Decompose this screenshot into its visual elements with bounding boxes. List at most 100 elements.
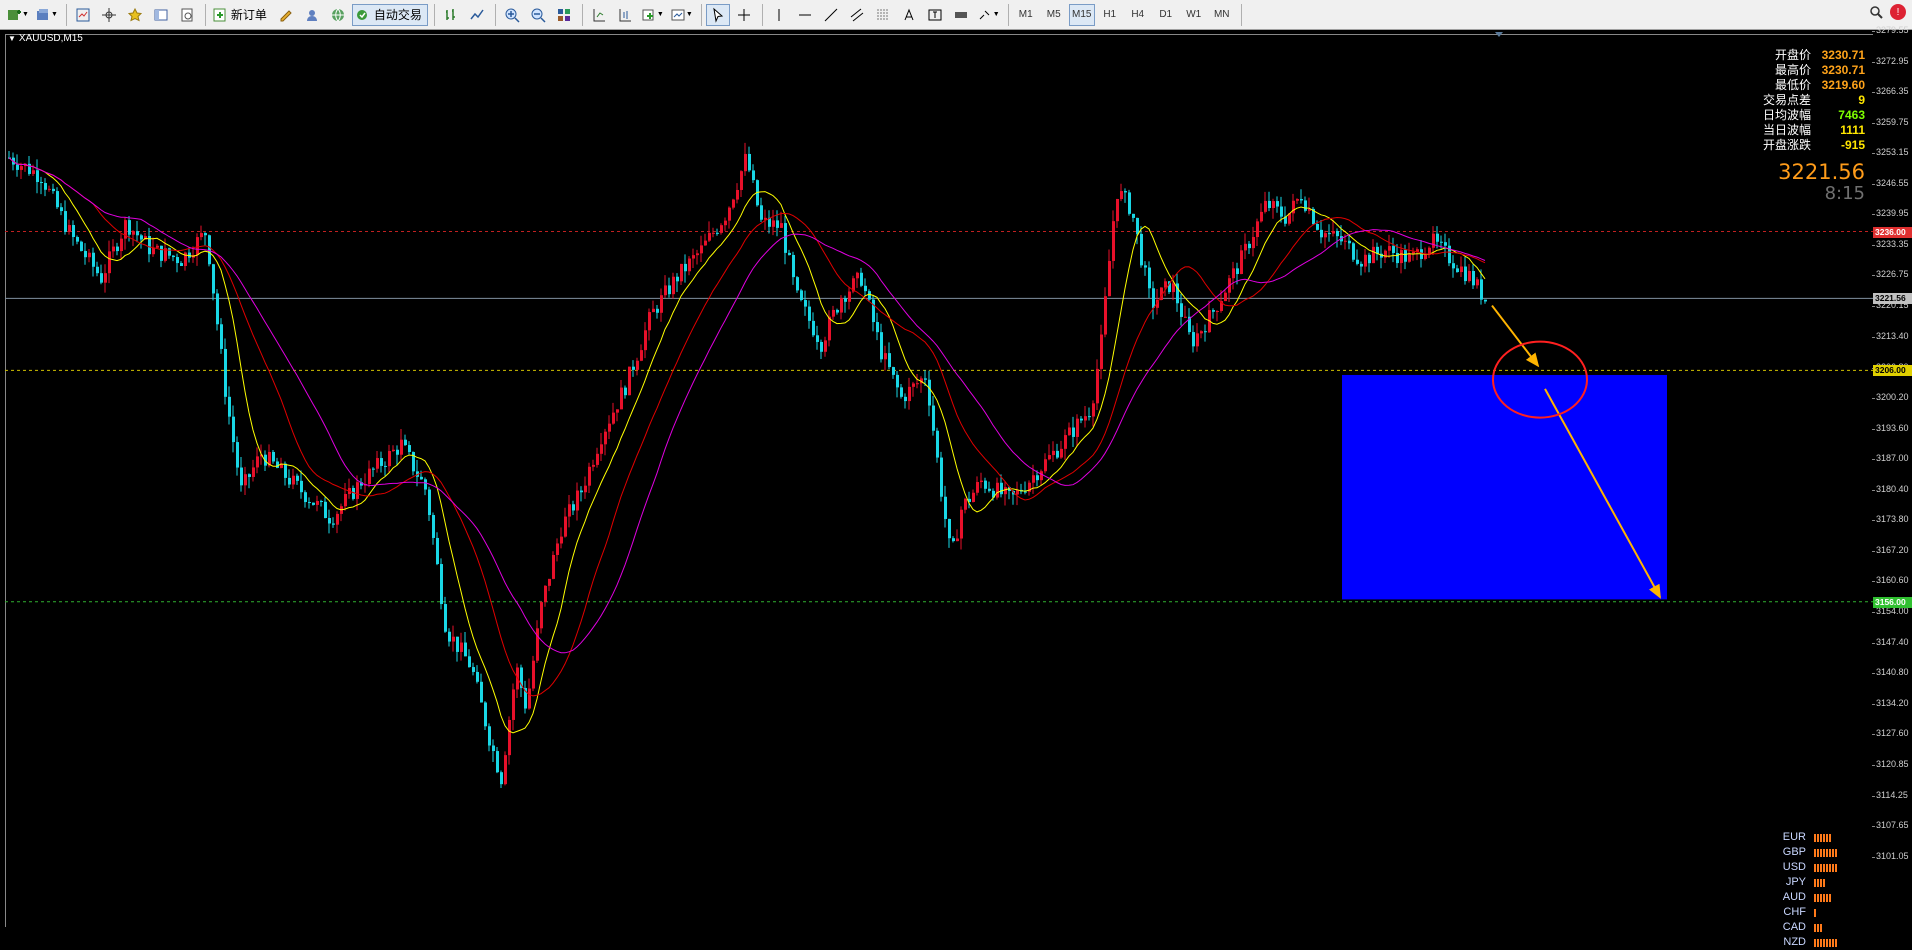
new-chart-button[interactable]: ▼ bbox=[4, 4, 31, 26]
candle-body bbox=[88, 252, 91, 258]
trendline-tool-button[interactable] bbox=[819, 4, 843, 26]
strength-meter bbox=[1814, 893, 1831, 902]
candle-body bbox=[236, 442, 239, 468]
timeframe-d1-button[interactable]: D1 bbox=[1153, 4, 1179, 26]
fibonacci-tool-button[interactable] bbox=[871, 4, 895, 26]
strength-meter bbox=[1814, 923, 1822, 932]
tile-windows-button[interactable] bbox=[552, 4, 576, 26]
shapes-tool-button[interactable]: ▼ bbox=[975, 4, 1002, 26]
price-tick: 3193.60 bbox=[1872, 422, 1909, 433]
candle-body bbox=[1472, 270, 1475, 286]
text-label-tool-button[interactable] bbox=[923, 4, 947, 26]
candle-body bbox=[656, 308, 659, 313]
strength-bar bbox=[1829, 893, 1831, 902]
candle-body bbox=[684, 263, 687, 272]
candle-body bbox=[84, 250, 87, 258]
candle-body bbox=[836, 309, 839, 313]
navigator-button[interactable] bbox=[123, 4, 147, 26]
indicators-button[interactable]: ▼ bbox=[639, 4, 666, 26]
periodicity-button[interactable]: ▼ bbox=[668, 4, 695, 26]
candle-body bbox=[156, 245, 159, 248]
candle-body bbox=[1080, 418, 1083, 421]
timeframe-h1-button[interactable]: H1 bbox=[1097, 4, 1123, 26]
autoscroll-button[interactable] bbox=[613, 4, 637, 26]
candle-body bbox=[232, 416, 235, 443]
terminal-button[interactable] bbox=[149, 4, 173, 26]
accounts-button[interactable] bbox=[300, 4, 324, 26]
strength-bar bbox=[1826, 833, 1828, 842]
info-key: 最低价 bbox=[1774, 78, 1811, 92]
strength-bar bbox=[1835, 848, 1837, 857]
candle-body bbox=[812, 320, 815, 336]
candle-body bbox=[928, 379, 931, 406]
candle-body bbox=[444, 604, 447, 632]
candle-body bbox=[1180, 303, 1183, 317]
candle-body bbox=[960, 509, 963, 539]
candle-body bbox=[848, 291, 851, 302]
price-level-tag: 3236.00 bbox=[1873, 226, 1912, 238]
candle-body bbox=[200, 233, 203, 238]
candle-body bbox=[1260, 211, 1263, 222]
timeframe-m5-button[interactable]: M5 bbox=[1041, 4, 1067, 26]
zoom-in-button[interactable] bbox=[500, 4, 524, 26]
line-chart-button[interactable] bbox=[465, 4, 489, 26]
data-window-button[interactable] bbox=[97, 4, 121, 26]
zoom-out-button[interactable] bbox=[526, 4, 550, 26]
candle-body bbox=[872, 299, 875, 323]
candle-body bbox=[580, 490, 583, 493]
bar-chart-button[interactable] bbox=[439, 4, 463, 26]
strength-bar bbox=[1820, 863, 1822, 872]
search-icon[interactable] bbox=[1868, 4, 1884, 20]
currency-name: JPY bbox=[1785, 876, 1806, 888]
dropdown-icon: ▼ bbox=[992, 11, 1000, 18]
price-axis[interactable]: 3279.55 3272.95 3266.35 3259.75 3253.15 3246.… bbox=[1872, 25, 1912, 927]
strength-meter bbox=[1814, 938, 1837, 947]
new-order-button[interactable]: 新订单 bbox=[210, 4, 272, 26]
auto-trading-button[interactable]: 自动交易 bbox=[351, 3, 428, 26]
market-watch-button[interactable] bbox=[71, 4, 95, 26]
cursor-tool-button[interactable] bbox=[705, 3, 730, 26]
arrow-tool-button[interactable] bbox=[949, 4, 973, 26]
candle-body bbox=[832, 309, 835, 317]
trendline-icon bbox=[824, 8, 838, 21]
candle-body bbox=[376, 458, 379, 469]
price-chart[interactable] bbox=[0, 30, 1873, 927]
candle-body bbox=[1424, 254, 1427, 259]
candle-body bbox=[112, 246, 115, 252]
crosshair-tool-button[interactable] bbox=[732, 4, 756, 26]
candle-body bbox=[68, 225, 71, 232]
timeframe-mn-button[interactable]: MN bbox=[1209, 4, 1235, 26]
candle-body bbox=[492, 745, 495, 752]
strength-meter bbox=[1814, 908, 1816, 917]
timeframe-m15-button[interactable]: M15 bbox=[1068, 3, 1095, 26]
strategy-tester-button[interactable] bbox=[175, 4, 199, 26]
timeframe-h4-button[interactable]: H4 bbox=[1125, 4, 1151, 26]
bar-countdown: 8:15 bbox=[1824, 183, 1865, 204]
candle-body bbox=[888, 353, 891, 368]
candle-body bbox=[128, 220, 131, 235]
timeframe-m1-button[interactable]: M1 bbox=[1013, 4, 1039, 26]
notification-icon[interactable]: ! bbox=[1890, 4, 1906, 20]
candle-body bbox=[804, 300, 807, 307]
strength-row-usd: USD bbox=[1770, 860, 1837, 875]
candle-body bbox=[604, 431, 607, 445]
candle-body bbox=[472, 667, 475, 672]
star-icon bbox=[127, 7, 142, 21]
chart-shift-button[interactable] bbox=[587, 4, 611, 26]
channel-tool-button[interactable] bbox=[845, 4, 869, 26]
community-button[interactable] bbox=[326, 4, 350, 26]
horizontal-line-tool-button[interactable] bbox=[793, 4, 817, 26]
candle-body bbox=[136, 231, 139, 236]
profiles-button[interactable]: ▼ bbox=[33, 4, 60, 26]
text-tool-button[interactable] bbox=[897, 4, 921, 26]
strength-bar bbox=[1814, 893, 1816, 902]
candle-body bbox=[36, 170, 39, 183]
candle-body bbox=[316, 500, 319, 505]
vertical-line-tool-button[interactable] bbox=[767, 4, 791, 26]
price-tick: 3187.00 bbox=[1872, 453, 1909, 464]
timeframe-w1-button[interactable]: W1 bbox=[1181, 4, 1207, 26]
price-tick: 3173.80 bbox=[1872, 514, 1909, 525]
symbol-text: XAUUSD,M15 bbox=[18, 33, 83, 44]
chart-window[interactable]: ▼ XAUUSD,M15 开盘价 3230.71 最高价 3230.71 最低价 3219.… bbox=[0, 30, 1912, 948]
metaeditor-button[interactable] bbox=[274, 4, 298, 26]
